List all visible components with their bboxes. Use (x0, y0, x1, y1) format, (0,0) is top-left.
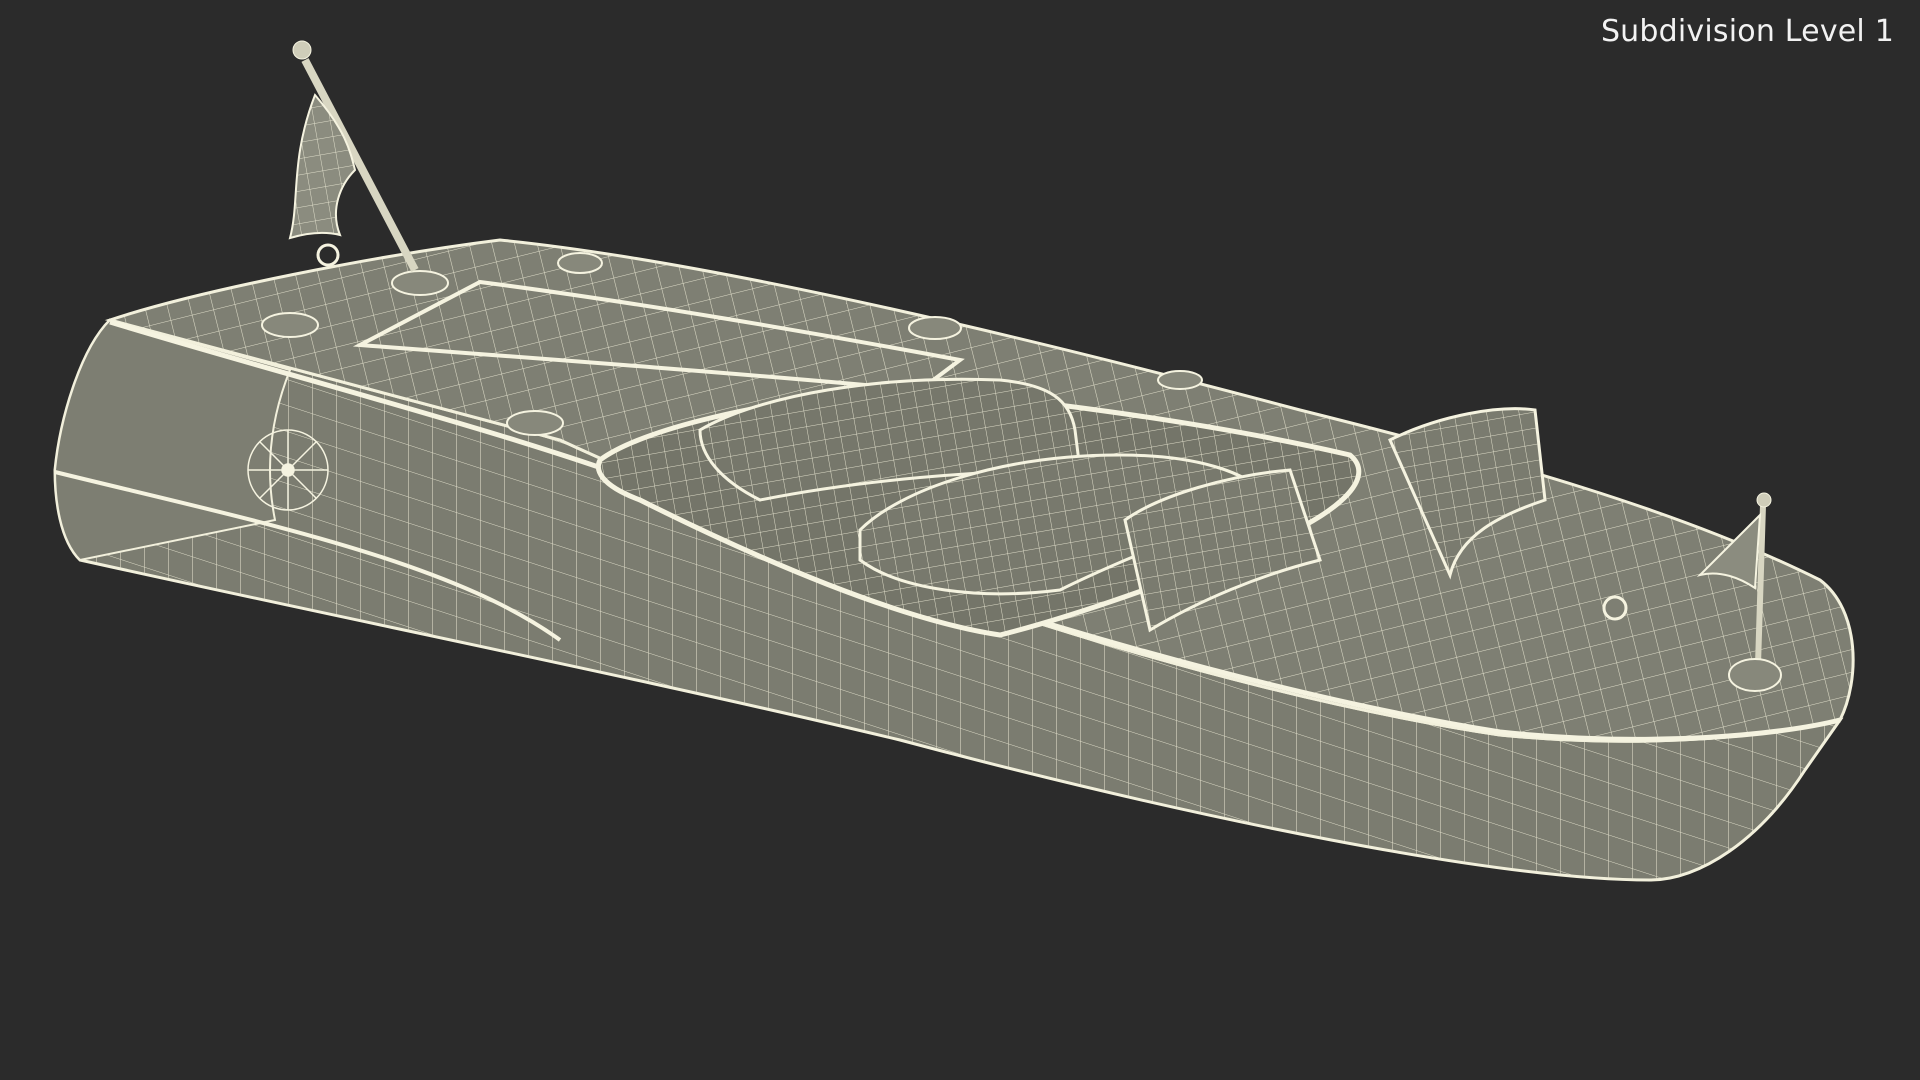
deck-fitting (557, 252, 603, 274)
deck-fitting (908, 316, 962, 340)
stern-flag (288, 40, 419, 272)
subdivision-level-label: Subdivision Level 1 (1600, 14, 1894, 49)
boat-wireframe-model (53, 40, 1855, 882)
deck-fitting (391, 270, 449, 296)
deck-fitting (506, 410, 564, 436)
deck-fitting (1157, 370, 1203, 390)
deck-fitting (261, 312, 319, 338)
render-viewport: Subdivision Level 1 (0, 0, 1920, 1080)
stern-emblem (247, 429, 329, 511)
